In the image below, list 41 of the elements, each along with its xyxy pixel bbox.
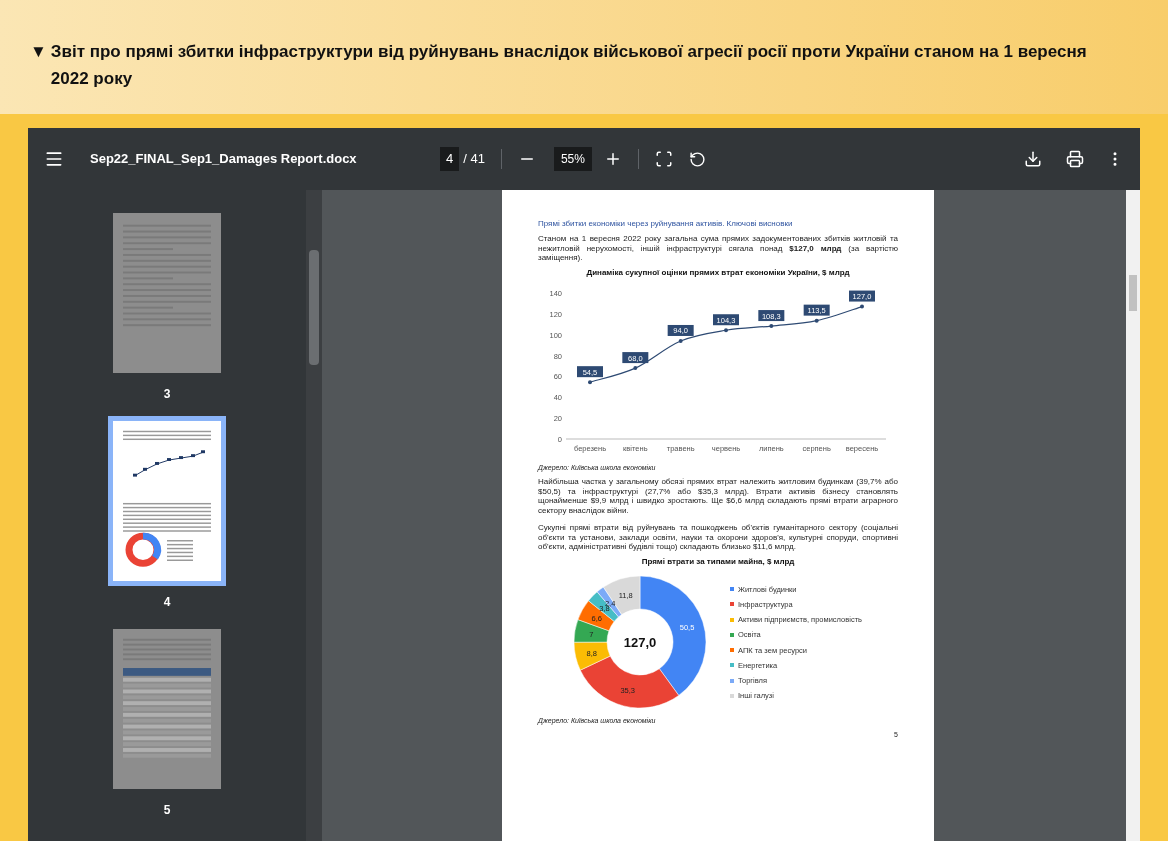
print-icon[interactable] [1066, 150, 1084, 168]
donut-segment [573, 618, 610, 642]
legend-swatch [730, 617, 734, 622]
menu-icon[interactable] [44, 149, 64, 169]
section-heading: Прямі збитки економіки через руйнування активів. Ключові висновки [538, 218, 794, 230]
paragraph: Найбільша частка у загальному обсязі прямих втрат належить житловим будинкам (39,7% або $50,5) та інфраструктурі (27,7% або $35,3 млрд). Втрати активів бізнесу становлять щонайменше $9,9 млрд і швидко зростають. Ще $6,6 млрд складають прямі втрати аграрного сектору внаслідок війни. [538, 477, 898, 515]
data-point [633, 365, 638, 370]
page-number-label: 5 [163, 802, 171, 818]
file-name: Sep22_FINAL_Sep1_Damages Report.docx [90, 150, 358, 169]
legend-swatch [730, 648, 734, 653]
legend-swatch [730, 632, 734, 637]
data-point [860, 304, 864, 309]
data-point [588, 379, 592, 384]
scrollbar[interactable] [1126, 190, 1140, 841]
page-number-label: 3 [163, 386, 171, 402]
data-point [724, 327, 728, 332]
chart-title: Прямі втрати за типами майна, $ млрд [641, 555, 795, 568]
data-point [678, 338, 683, 343]
legend-swatch [730, 663, 734, 668]
page-total: / 41 [463, 150, 485, 169]
zoom-field[interactable]: 55% [553, 147, 592, 171]
data-point [814, 318, 819, 323]
legend-swatch [730, 587, 734, 592]
chart-title: Динаміка сукупної оцінки прямих втрат економіки України, $ млрд [586, 266, 850, 279]
paragraph: Станом на 1 вересня 2022 року загальна сума прямих задокументованих збитків житловій та нежитловій нерухомості, іншій інфраструктурі сягала понад $127,0 млрд (за вартістю заміщення). [538, 234, 898, 263]
rotate-icon[interactable] [688, 150, 706, 168]
page-thumbnail[interactable] [108, 416, 226, 586]
expand-marker: ▼ [30, 41, 47, 63]
data-point [769, 323, 774, 328]
section-header[interactable]: ▼ Звіт про прямі збитки інфраструктури від руйнувань внаслідок військової агресії росії проти України станом на 1 вересня 2022 року [0, 0, 1168, 114]
legend-swatch [730, 678, 734, 683]
page-input[interactable]: 4 [440, 147, 460, 171]
fit-page-icon[interactable] [654, 150, 673, 168]
page-number-label: 4 [163, 594, 171, 610]
legend-swatch [730, 602, 734, 607]
legend-swatch [730, 693, 734, 698]
paragraph: Сукупні прямі втрати від руйнувань та пошкоджень об'єктів гуманітарного сектору (соціальні об'єкти та установи, заклади освіти, науки та охорони здоров'я, культурні споруди, спортивні об'єкти, адміністративні будівлі тощо) складають близько $11,6 млрд. [538, 523, 898, 552]
donut-total: 127,0 [623, 634, 657, 650]
download-icon[interactable] [1024, 150, 1042, 168]
section-title: Звіт про прямі збитки інфраструктури від руйнувань внаслідок військової агресії росії проти України станом на 1 вересня 2022 року [50, 41, 1088, 90]
scrollbar[interactable] [306, 190, 322, 841]
